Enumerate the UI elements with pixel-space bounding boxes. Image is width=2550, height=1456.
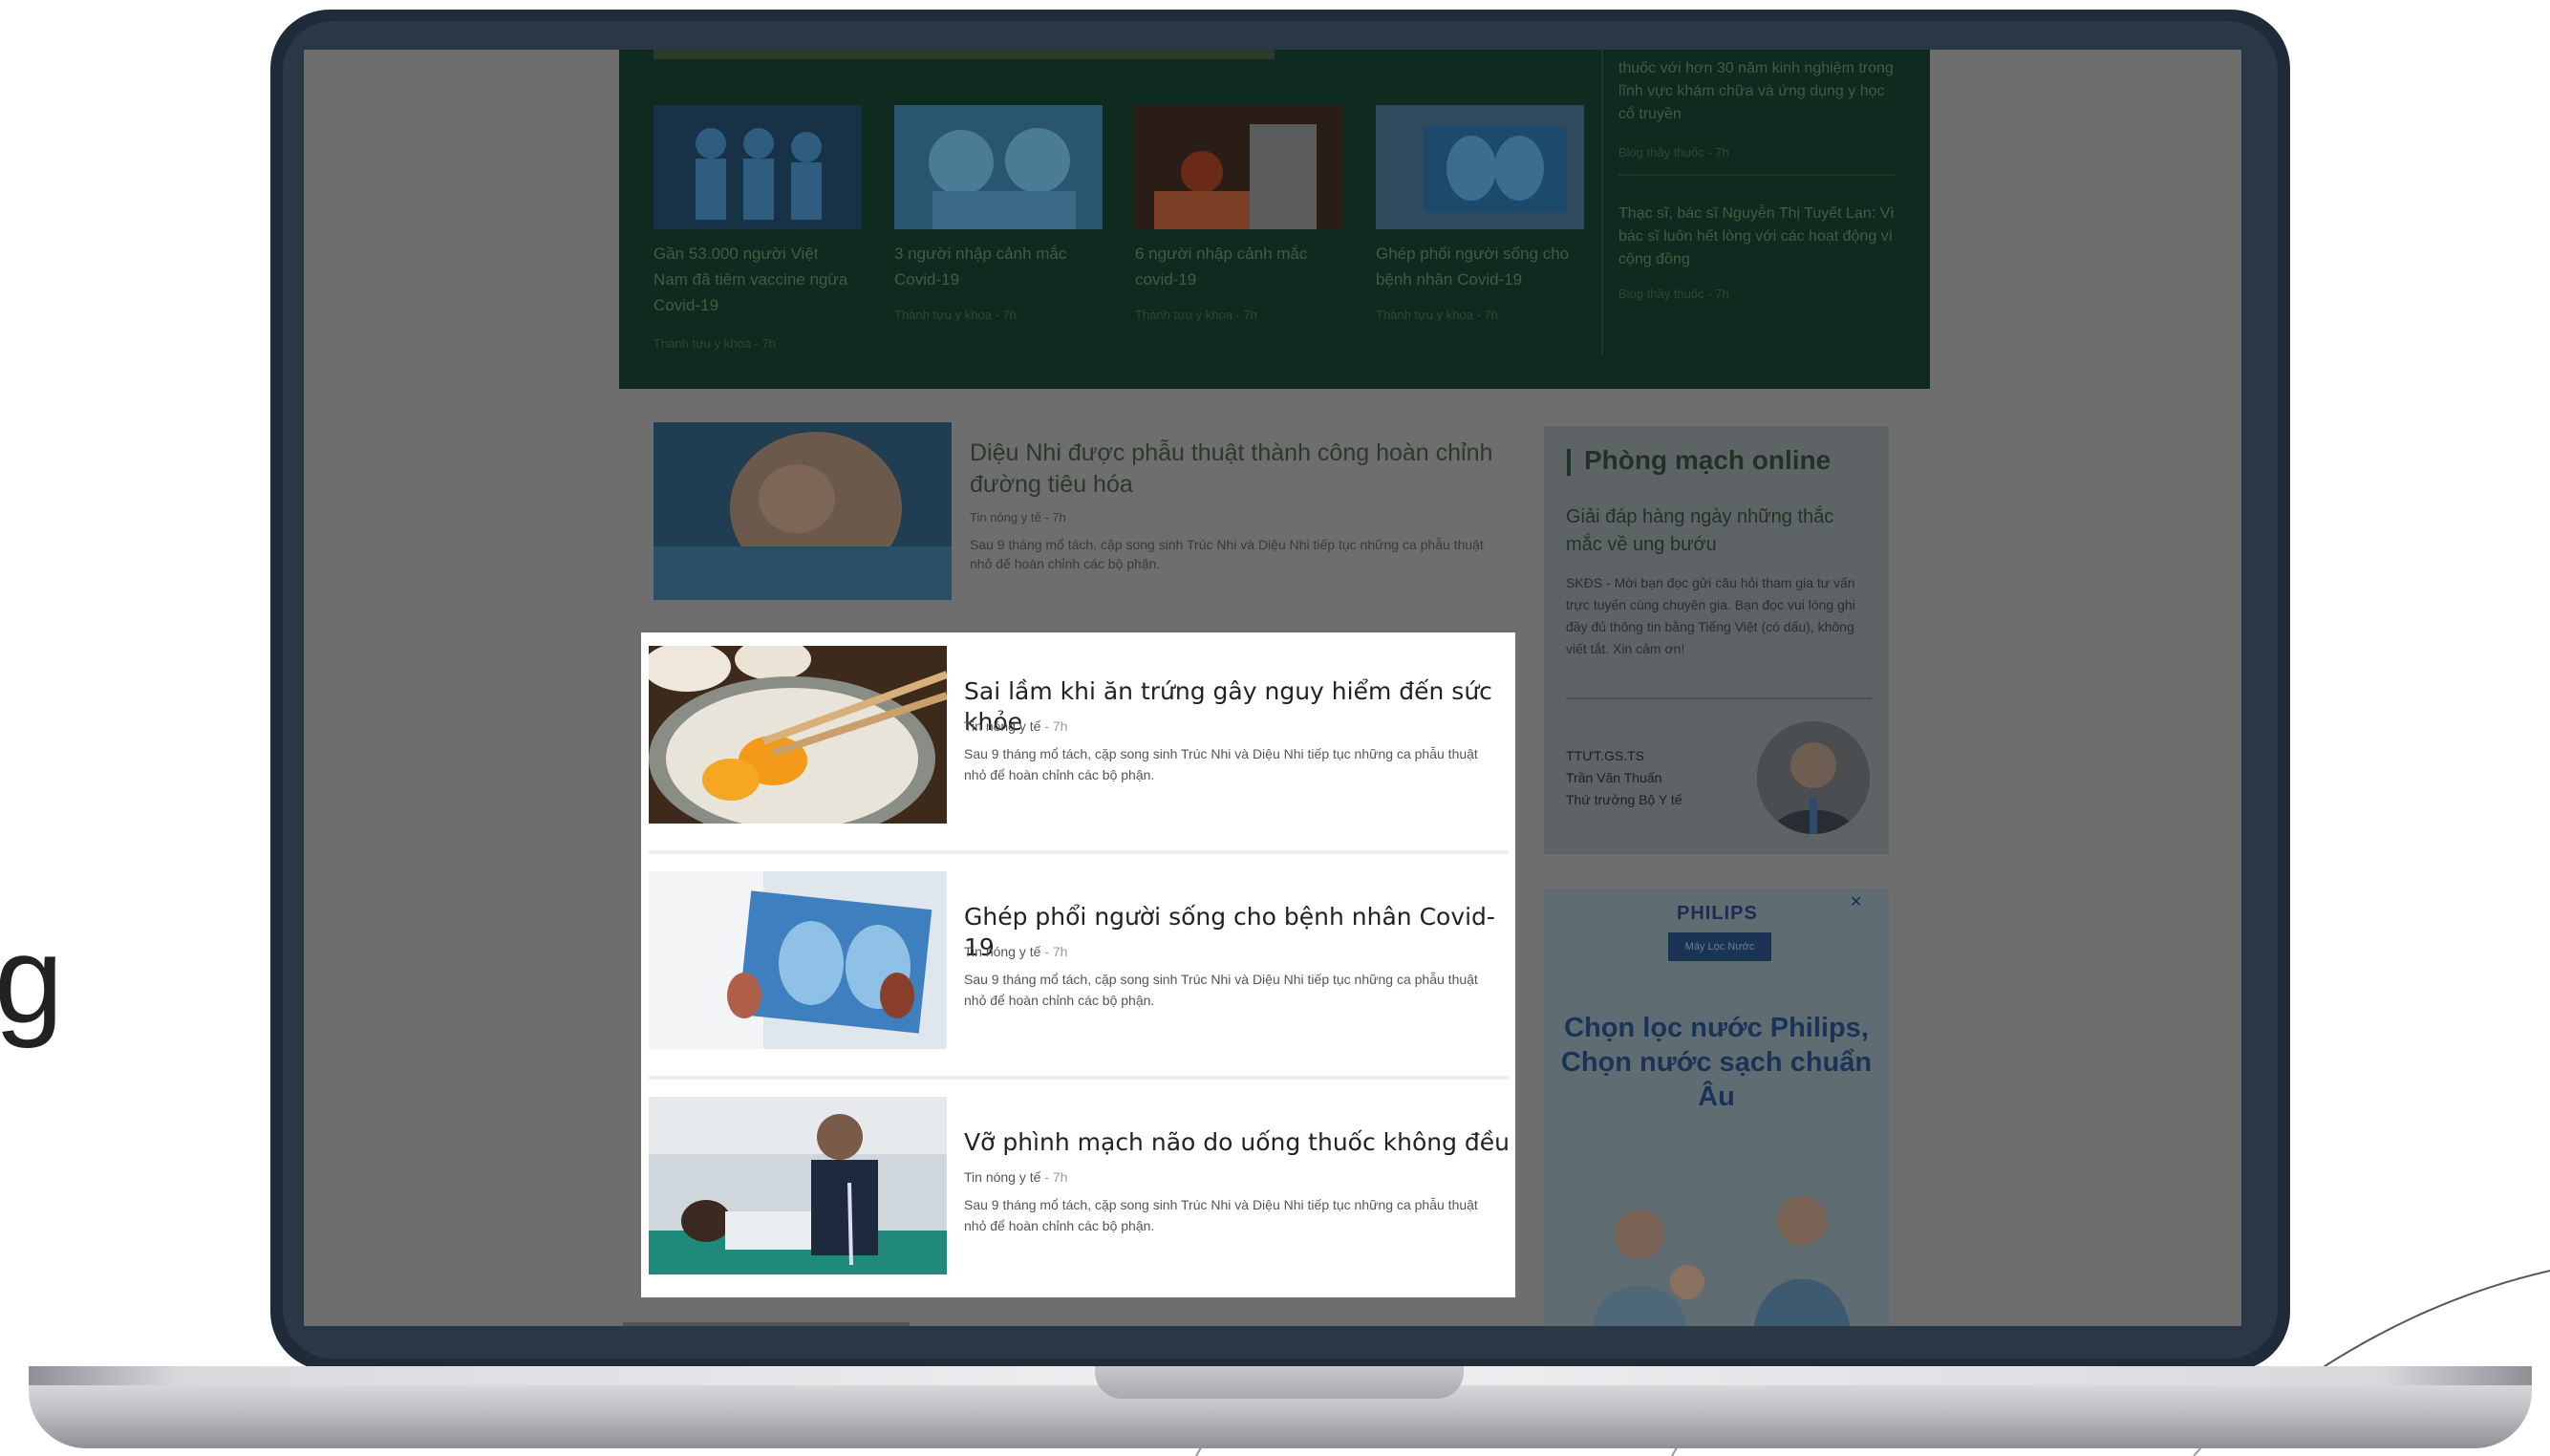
row-divider: [649, 850, 1509, 854]
article-time: - 7h: [1044, 510, 1066, 525]
article-meta: Tin nóng y tế - 7h: [964, 718, 1067, 734]
featured-caption[interactable]: 3 người nhập cảnh mắc Covid-19: [894, 241, 1095, 292]
article-row[interactable]: Ghép phổi người sống cho bệnh nhân Covid…: [641, 858, 1515, 1080]
article-category[interactable]: Tin nóng y tế: [964, 944, 1040, 959]
article-thumbnail[interactable]: [649, 646, 947, 824]
article-meta: Tin nóng y tế - 7h: [970, 510, 1066, 525]
column-divider: [1601, 50, 1603, 355]
featured-caption[interactable]: Gần 53.000 người Việt Nam đã tiêm vaccin…: [654, 241, 854, 318]
ad-family-image: [1592, 1196, 1850, 1326]
article-category[interactable]: Tin nóng y tế: [964, 718, 1040, 734]
title-accent-bar: [1567, 449, 1571, 476]
article-time: - 7h: [1044, 944, 1068, 959]
article-summary: Sau 9 tháng mổ tách, cặp song sinh Trúc …: [970, 537, 1484, 571]
divider: [1566, 697, 1872, 699]
doctor-avatar: [1757, 721, 1870, 834]
divider: [1618, 174, 1896, 176]
doctor-title: TTƯT.GS.TS: [1566, 748, 1644, 763]
article-meta: Tin nóng y tế - 7h: [964, 944, 1067, 959]
article-title[interactable]: Vỡ phình mạch não do uống thuốc không đề…: [964, 1127, 1510, 1158]
side-article-text[interactable]: Thạc sĩ, bác sĩ Nguyễn Thị Tuyết Lan: Vì…: [1618, 203, 1896, 271]
side-article-meta: Blog thầy thuốc - 7h: [1618, 145, 1729, 160]
widget-title[interactable]: Phòng mạch online: [1584, 445, 1831, 476]
article-summary: Sau 9 tháng mổ tách, cặp song sinh Trúc …: [964, 1197, 1478, 1233]
article-thumbnail[interactable]: [649, 871, 947, 1049]
highlighted-article-list: Sai lầm khi ăn trứng gây nguy hiểm đến s…: [641, 632, 1515, 1297]
featured-meta: Thành tựu y khoa - 7h: [1135, 308, 1257, 322]
widget-subtitle[interactable]: Giải đáp hàng ngày những thắc mắc về ung…: [1566, 503, 1872, 559]
thumbnail-image[interactable]: [894, 105, 1103, 229]
article-title[interactable]: Diệu Nhi được phẫu thuật thành công hoàn…: [970, 438, 1505, 501]
article-thumbnail[interactable]: [654, 422, 952, 600]
thumbnail-image[interactable]: [1376, 105, 1584, 229]
article-summary: Sau 9 tháng mổ tách, cặp song sinh Trúc …: [964, 972, 1478, 1008]
article-category[interactable]: Tin nóng y tế: [964, 1169, 1040, 1185]
ad-headline[interactable]: Chọn lọc nước Philips, Chọn nước sạch ch…: [1546, 1011, 1887, 1114]
featured-meta: Thành tựu y khoa - 7h: [894, 308, 1017, 322]
widget-description: SKĐS - Mời bạn đọc gửi câu hỏi tham gia …: [1566, 575, 1855, 656]
doctor-name: Trần Văn Thuấn: [1566, 770, 1662, 785]
featured-caption[interactable]: Ghép phổi người sống cho bệnh nhân Covid…: [1376, 241, 1584, 292]
featured-strip: Gần 53.000 người Việt Nam đã tiêm vaccin…: [619, 50, 1930, 389]
doctor-role: Thứ trưởng Bộ Y tế: [1566, 792, 1682, 807]
side-article-meta: Blog thầy thuốc - 7h: [1618, 287, 1729, 301]
row-divider: [649, 1076, 1509, 1080]
cropped-image-strip: [654, 50, 1275, 59]
article-time: - 7h: [1044, 718, 1068, 734]
featured-meta: Thành tựu y khoa - 7h: [1376, 308, 1498, 322]
featured-caption[interactable]: 6 người nhập cảnh mắc covid-19: [1135, 241, 1336, 292]
doctor-info: TTƯT.GS.TS Trần Văn Thuấn Thứ trưởng Bộ …: [1566, 745, 1682, 811]
side-article-text[interactable]: thuốc với hơn 30 năm kinh nghiệm trong l…: [1618, 57, 1896, 126]
article-thumbnail[interactable]: [649, 1097, 947, 1274]
next-article-edge: [623, 1322, 910, 1326]
article-category[interactable]: Tin nóng y tế: [970, 510, 1041, 525]
thumbnail-image[interactable]: [654, 105, 862, 229]
article-meta: Tin nóng y tế - 7h: [964, 1169, 1067, 1185]
thumbnail-image[interactable]: [1135, 105, 1343, 229]
ad-product-label[interactable]: Máy Lọc Nước: [1668, 932, 1771, 961]
article-summary: Sau 9 tháng mổ tách, cặp song sinh Trúc …: [964, 746, 1478, 782]
article-row[interactable]: Vỡ phình mạch não do uống thuốc không đề…: [641, 1083, 1515, 1305]
laptop-opening-notch: [1095, 1366, 1464, 1399]
article-row[interactable]: Sai lầm khi ăn trứng gây nguy hiểm đến s…: [641, 632, 1515, 854]
featured-meta: Thành tựu y khoa - 7h: [654, 336, 776, 351]
ad-brand[interactable]: PHILIPS: [1677, 903, 1758, 925]
article-time: - 7h: [1044, 1169, 1068, 1185]
ad-close-icon[interactable]: ✕: [1850, 892, 1862, 911]
